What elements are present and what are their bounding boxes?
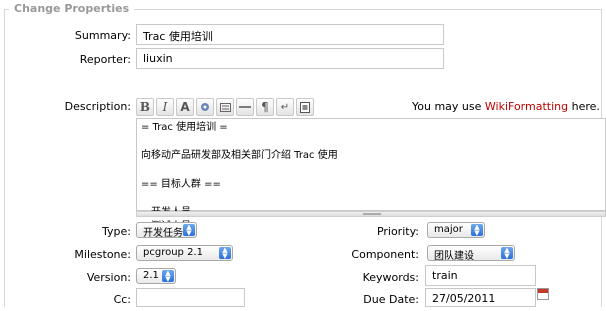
description-line <box>141 192 601 206</box>
component-select[interactable]: 团队建设 ▲ ▼ <box>427 245 515 261</box>
version-select-value: 2.1 <box>143 270 159 281</box>
line-break-icon[interactable]: ↵ <box>276 98 294 116</box>
reporter-input[interactable]: liuxin <box>136 48 444 69</box>
summary-input[interactable]: Trac 使用培训 <box>136 24 444 45</box>
wiki-formatting-link[interactable]: WikiFormatting <box>485 100 568 113</box>
description-line: == 目标人群 == <box>141 178 221 190</box>
resize-grip-icon <box>363 213 381 215</box>
keywords-label: Keywords: <box>362 271 419 284</box>
version-label: Version: <box>86 271 131 284</box>
type-select[interactable]: 开发任务 ▲ ▼ <box>136 222 197 238</box>
hint-prefix: You may use <box>412 100 485 113</box>
hint-suffix: here. <box>568 100 600 113</box>
wiki-toolbar: B I A ¶ ↵ <box>136 97 316 117</box>
milestone-select-value: pcgroup 2.1 <box>143 247 203 258</box>
calendar-icon[interactable] <box>537 288 549 300</box>
italic-icon[interactable]: I <box>156 98 174 116</box>
cc-label: Cc: <box>113 293 131 306</box>
reporter-label: Reporter: <box>79 53 131 66</box>
paragraph-icon[interactable]: ¶ <box>256 98 274 116</box>
heading-icon[interactable]: A <box>176 98 194 116</box>
version-select[interactable]: 2.1 ▲ ▼ <box>136 268 176 284</box>
type-label: Type: <box>102 225 131 238</box>
cc-input[interactable] <box>136 288 245 307</box>
select-arrow-icon: ▲ ▼ <box>471 224 483 237</box>
description-label: Description: <box>64 100 131 113</box>
link-icon[interactable] <box>196 98 214 116</box>
milestone-select[interactable]: pcgroup 2.1 ▲ ▼ <box>136 245 233 261</box>
horizontal-rule-icon[interactable] <box>236 98 254 116</box>
milestone-label: Milestone: <box>74 248 131 261</box>
description-line <box>141 135 601 149</box>
keywords-input[interactable]: train <box>425 265 536 286</box>
priority-select-value: major <box>434 224 463 235</box>
summary-label: Summary: <box>74 29 131 42</box>
code-block-icon[interactable] <box>216 98 234 116</box>
bold-icon[interactable]: B <box>136 98 154 116</box>
textarea-resize-handle[interactable] <box>136 211 606 217</box>
wiki-formatting-hint: You may use WikiFormatting here. <box>412 100 600 113</box>
fieldset-legend: Change Properties <box>9 2 135 15</box>
type-select-value: 开发任务 <box>143 228 183 238</box>
description-line: = Trac 使用培训 = <box>141 122 228 133</box>
select-arrow-icon: ▲ ▼ <box>501 247 513 260</box>
priority-select[interactable]: major ▲ ▼ <box>427 222 485 238</box>
description-line: 向移动产品研发部及相关部门介绍 Trac 使用 <box>141 150 338 162</box>
select-arrow-icon: ▲ ▼ <box>219 247 231 260</box>
priority-label: Priority: <box>376 225 419 238</box>
select-arrow-icon: ▲ ▼ <box>183 224 195 237</box>
due-date-label: Due Date: <box>363 293 419 306</box>
component-label: Component: <box>351 248 419 261</box>
select-arrow-icon: ▲ ▼ <box>162 270 174 283</box>
description-textarea[interactable]: = Trac 使用培训 = 向移动产品研发部及相关部门介绍 Trac 使用 ==… <box>136 118 606 232</box>
image-icon[interactable] <box>296 98 314 116</box>
component-select-value: 团队建设 <box>434 251 474 261</box>
description-line <box>141 164 601 178</box>
due-date-input[interactable]: 27/05/2011 <box>425 288 536 307</box>
